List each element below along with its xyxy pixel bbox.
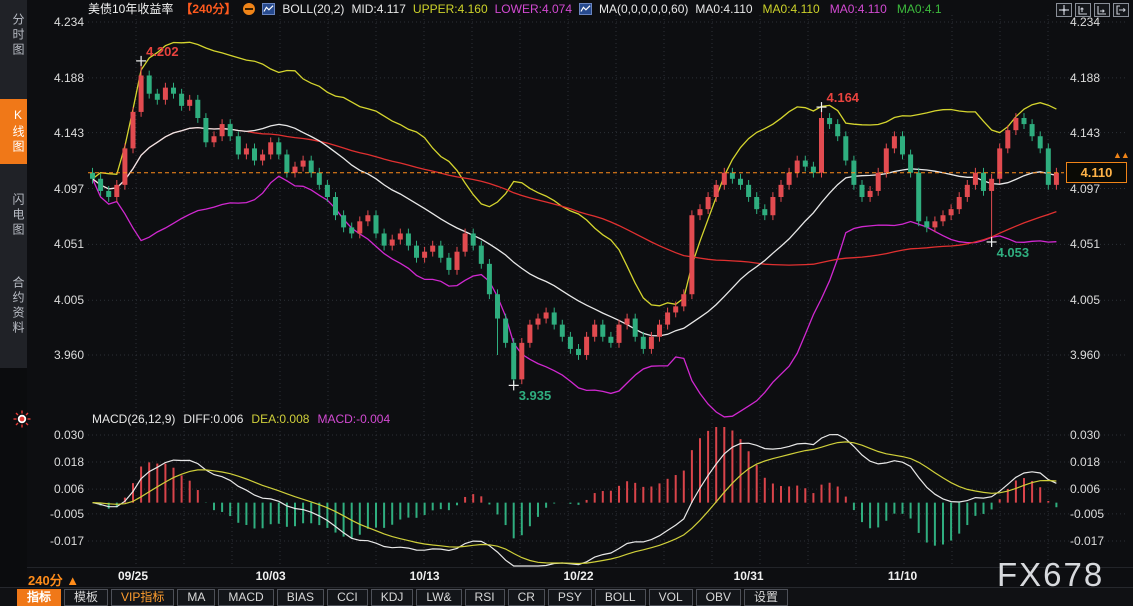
macd-tick-right-2: 0.006 xyxy=(1070,482,1100,496)
boll-lower-value: LOWER:4.074 xyxy=(495,2,572,16)
toolbar-tab-BOLL[interactable]: BOLL xyxy=(595,589,646,606)
price-annotation-4.164: 4.164 xyxy=(827,90,860,105)
date-tick-3: 10/22 xyxy=(563,569,593,583)
current-price-badge: 4.110 xyxy=(1066,162,1127,183)
toolbar-tab-VIP指标[interactable]: VIP指标 xyxy=(111,589,174,606)
toolbar-tab-CR[interactable]: CR xyxy=(508,589,545,606)
latest-marker-icon[interactable]: ▲▲ xyxy=(1113,150,1129,160)
boll-chart-icon xyxy=(262,3,275,15)
price-tick-left-1: 4.188 xyxy=(30,71,84,85)
ma-value-0: MA0:4.110 xyxy=(695,2,752,16)
trading-app: 分时图 K线图闪电图合约资料 美债10年收益率 【240分】 BOLL(20,2)… xyxy=(0,0,1133,606)
symbol-title: 美债10年收益率 xyxy=(88,0,173,17)
macd-diff-value: DIFF:0.006 xyxy=(183,412,243,426)
ma-value-2: MA0:4.110 xyxy=(830,2,887,16)
price-annotation-4.202: 4.202 xyxy=(146,44,179,59)
toolbar-tab-MA[interactable]: MA xyxy=(177,589,215,606)
price-tick-right-0: 4.234 xyxy=(1070,15,1100,29)
collapse-indicator-icon[interactable] xyxy=(243,3,255,15)
price-tick-left-0: 4.234 xyxy=(30,15,84,29)
ma-value-3: MA0:4.1 xyxy=(897,2,942,16)
macd-params-label: MACD(26,12,9) xyxy=(92,412,175,426)
alert-dot-icon[interactable] xyxy=(13,410,31,428)
price-annotation-3.935: 3.935 xyxy=(519,388,552,403)
toolbar-tab-BIAS[interactable]: BIAS xyxy=(277,589,324,606)
macd-tick-left-3: -0.005 xyxy=(30,507,84,521)
toolbar-tab-RSI[interactable]: RSI xyxy=(465,589,505,606)
price-tick-right-1: 4.188 xyxy=(1070,71,1100,85)
macd-tick-right-3: -0.005 xyxy=(1070,507,1104,521)
date-tick-1: 10/03 xyxy=(256,569,286,583)
macd-macd-value: MACD:-0.004 xyxy=(317,412,390,426)
chart-header: 美债10年收益率 【240分】 BOLL(20,2) MID:4.117 UPP… xyxy=(88,1,942,16)
toolbar-tab-模板[interactable]: 模板 xyxy=(64,589,108,606)
macd-tick-left-2: 0.006 xyxy=(30,482,84,496)
ma-label: MA(0,0,0,0,0,60) xyxy=(599,2,688,16)
export-icon[interactable] xyxy=(1113,3,1129,17)
price-tick-right-2: 4.143 xyxy=(1070,126,1100,140)
interval-label: 【240分】 xyxy=(180,0,236,17)
date-tick-2: 10/13 xyxy=(410,569,440,583)
sidebar-item-1[interactable]: K线图 xyxy=(0,99,27,164)
toolbar-tab-MACD[interactable]: MACD xyxy=(218,589,273,606)
macd-tick-left-0: 0.030 xyxy=(30,428,84,442)
macd-tick-right-1: 0.018 xyxy=(1070,455,1100,469)
sidebar-item-2[interactable]: 闪电图 xyxy=(0,184,27,247)
boll-mid-value: MID:4.117 xyxy=(351,2,405,16)
toolbar-tab-OBV[interactable]: OBV xyxy=(696,589,741,606)
ma-chart-icon xyxy=(579,3,592,15)
price-tick-left-5: 4.005 xyxy=(30,293,84,307)
macd-tick-right-0: 0.030 xyxy=(1070,428,1100,442)
chart-canvas[interactable] xyxy=(0,0,1133,606)
toolbar-tab-设置[interactable]: 设置 xyxy=(744,589,788,606)
price-tick-right-5: 4.005 xyxy=(1070,293,1100,307)
sidebar: 分时图 K线图闪电图合约资料 xyxy=(0,0,27,606)
date-tick-0: 09/25 xyxy=(118,569,148,583)
toolbar-tab-KDJ[interactable]: KDJ xyxy=(371,589,414,606)
macd-tick-left-4: -0.017 xyxy=(30,534,84,548)
macd-dea-value: DEA:0.008 xyxy=(251,412,309,426)
date-tick-5: 11/10 xyxy=(888,569,917,583)
price-annotation-4.053: 4.053 xyxy=(997,245,1030,260)
toolbar-tab-指标[interactable]: 指标 xyxy=(17,589,61,606)
toolbar-tab-LW&[interactable]: LW& xyxy=(416,589,461,606)
macd-tick-right-4: -0.017 xyxy=(1070,534,1104,548)
price-tick-right-6: 3.960 xyxy=(1070,348,1100,362)
price-tick-left-4: 4.051 xyxy=(30,237,84,251)
indicator-toolbar: 指标模板VIP指标MAMACDBIASCCIKDJLW&RSICRPSYBOLL… xyxy=(0,587,1133,606)
sidebar-item-3[interactable]: 合约资料 xyxy=(0,267,27,345)
xaxis-separator xyxy=(0,567,1133,568)
price-tick-right-3: 4.097 xyxy=(1070,182,1100,196)
price-tick-right-4: 4.051 xyxy=(1070,237,1100,251)
price-tick-left-3: 4.097 xyxy=(30,182,84,196)
boll-upper-value: UPPER:4.160 xyxy=(413,2,488,16)
ma-value-1: MA0:4.110 xyxy=(763,2,820,16)
price-tick-left-6: 3.960 xyxy=(30,348,84,362)
macd-header: MACD(26,12,9) DIFF:0.006 DEA:0.008 MACD:… xyxy=(92,412,390,426)
sidebar-item-0[interactable]: 分时图 xyxy=(0,4,27,67)
macd-tick-left-1: 0.018 xyxy=(30,455,84,469)
boll-label: BOLL(20,2) xyxy=(282,2,344,16)
toolbar-tab-PSY[interactable]: PSY xyxy=(548,589,592,606)
date-tick-4: 10/31 xyxy=(734,569,764,583)
toolbar-tab-VOL[interactable]: VOL xyxy=(649,589,693,606)
toolbar-tab-CCI[interactable]: CCI xyxy=(327,589,368,606)
price-tick-left-2: 4.143 xyxy=(30,126,84,140)
ma-values: MA0:4.110 MA0:4.110 MA0:4.110 MA0:4.1 xyxy=(695,2,941,16)
